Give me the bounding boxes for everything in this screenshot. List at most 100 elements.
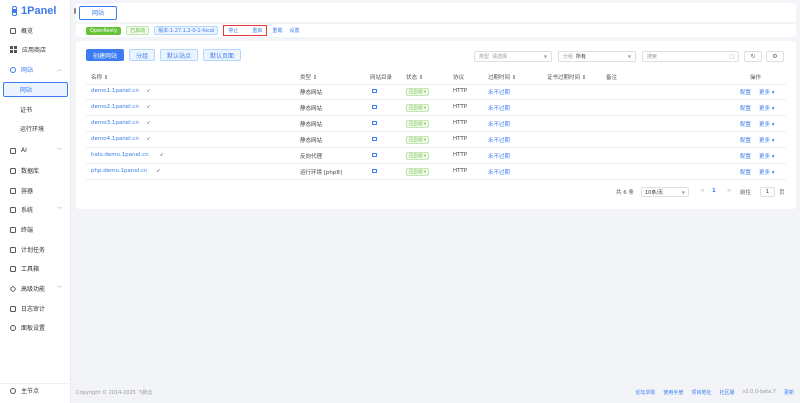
reload-button[interactable]: 重载: [272, 27, 282, 34]
version-label: v2.0.0-beta.7: [742, 389, 776, 395]
goto-page-input[interactable]: 1: [760, 187, 775, 197]
more-button[interactable]: 更多 ▾: [759, 152, 775, 160]
config-button[interactable]: 配置: [740, 136, 751, 144]
status-badge[interactable]: 已启动 ▾: [406, 152, 430, 160]
sidebar-item-system[interactable]: 系统 ﹀: [0, 202, 70, 217]
folder-icon[interactable]: [372, 121, 377, 125]
sidebar-item-terminal[interactable]: 终端: [0, 222, 70, 237]
sidebar-subitem-website[interactable]: 网站: [3, 82, 68, 97]
sidebar-subitem-certificate[interactable]: 证书: [0, 102, 70, 117]
expire-date-link[interactable]: 永不过期: [488, 168, 510, 176]
sidebar-item-logs[interactable]: 日志审计: [0, 301, 70, 316]
more-button[interactable]: 更多 ▾: [759, 168, 775, 176]
group-button[interactable]: 分组: [129, 49, 156, 61]
status-badge[interactable]: 已启动 ▾: [406, 104, 430, 112]
col-header-type[interactable]: 类型 ⇕: [300, 73, 317, 81]
docs-link[interactable]: 使用手册: [663, 389, 683, 396]
settings-icon: [10, 324, 16, 331]
site-name-link[interactable]: demo1.1panel.cn: [91, 88, 139, 94]
sidebar-item-cron[interactable]: 计划任务: [0, 242, 70, 257]
next-page-button[interactable]: >: [727, 188, 732, 194]
row-divider: [86, 131, 786, 132]
version-badge: 版本:1.27.1.2-0-1-focal: [154, 26, 219, 35]
search-input[interactable]: 搜索 □: [642, 51, 739, 62]
config-button[interactable]: 配置: [740, 152, 751, 160]
sidebar-item-settings[interactable]: 面板设置: [0, 320, 70, 335]
expire-date-link[interactable]: 永不过期: [488, 136, 510, 144]
tab-website[interactable]: 网站: [79, 5, 118, 20]
type-filter-select[interactable]: 类型 请选择 ▼: [474, 51, 552, 62]
config-button[interactable]: 配置: [740, 120, 751, 128]
rocket-icon[interactable]: ➶: [147, 104, 151, 110]
update-link[interactable]: 更新: [784, 389, 794, 396]
folder-icon[interactable]: [372, 169, 377, 173]
site-name-link[interactable]: demo3.1panel.cn: [91, 120, 139, 126]
sidebar-subitem-runtime[interactable]: 运行环境: [0, 121, 70, 136]
default-site-button[interactable]: 默认站点: [160, 49, 199, 61]
more-button[interactable]: 更多 ▾: [759, 120, 775, 128]
page-number[interactable]: 1: [712, 188, 716, 194]
rocket-icon[interactable]: ➶: [160, 152, 164, 158]
more-button[interactable]: 更多 ▾: [759, 136, 775, 144]
rocket-icon[interactable]: ➶: [156, 168, 160, 174]
expire-date-link[interactable]: 永不过期: [488, 152, 510, 160]
container-icon: [10, 187, 16, 194]
folder-icon[interactable]: [372, 137, 377, 141]
config-button[interactable]: 配置: [740, 88, 751, 96]
table-settings-button[interactable]: ⚙: [766, 51, 784, 62]
expire-date-link[interactable]: 永不过期: [488, 120, 510, 128]
more-button[interactable]: 更多 ▾: [759, 104, 775, 112]
page-size-select[interactable]: 10条/页 ▼: [641, 187, 689, 197]
app-name-badge: OpenResty: [86, 26, 122, 35]
col-header-actions: 操作: [750, 75, 762, 81]
status-badge[interactable]: 已启动 ▾: [406, 168, 430, 176]
config-button[interactable]: 配置: [740, 168, 751, 176]
status-badge[interactable]: 已启动 ▾: [406, 120, 430, 128]
edition-link[interactable]: 社区版: [719, 389, 734, 396]
rocket-icon[interactable]: ➶: [147, 120, 151, 126]
site-name-link[interactable]: demo2.1panel.cn: [91, 104, 139, 110]
forum-link[interactable]: 论坛求助: [635, 389, 655, 396]
rocket-icon[interactable]: ➶: [147, 136, 151, 142]
status-badge[interactable]: 已启动 ▾: [406, 88, 430, 96]
footer-links: 论坛求助 使用手册 项目地址 社区版 v2.0.0-beta.7 更新: [635, 389, 794, 396]
create-website-button[interactable]: 创建网站: [86, 49, 125, 61]
sidebar-item-appstore[interactable]: 应用商店: [0, 42, 70, 57]
restart-button[interactable]: 重启: [252, 27, 262, 34]
site-protocol: HTTP: [453, 104, 468, 110]
site-name-link[interactable]: php.demo.1panel.cn: [91, 168, 147, 174]
stop-button[interactable]: 停止: [228, 27, 238, 34]
col-header-status[interactable]: 状态 ⇕: [406, 73, 423, 81]
more-button[interactable]: 更多 ▾: [759, 88, 775, 96]
sidebar-item-database[interactable]: 数据库: [0, 163, 70, 178]
group-filter-select[interactable]: 分组 所有 ▼: [558, 51, 636, 62]
toolbox-icon: [10, 265, 16, 272]
settings-button[interactable]: 设置: [289, 27, 299, 34]
total-count: 共 6 条: [616, 190, 634, 196]
expire-date-link[interactable]: 永不过期: [488, 88, 510, 96]
col-header-cert-expire[interactable]: 证书过期时间 ⇕: [547, 73, 586, 81]
sidebar-item-website[interactable]: 网站 ︿: [0, 62, 70, 77]
refresh-button[interactable]: ↻: [744, 51, 762, 62]
sidebar-item-advanced[interactable]: 高级功能 ﹀: [0, 281, 70, 296]
folder-icon[interactable]: [372, 153, 377, 157]
prev-page-button[interactable]: <: [700, 188, 705, 194]
folder-icon[interactable]: [372, 105, 377, 109]
folder-icon[interactable]: [372, 89, 377, 93]
project-link[interactable]: 项目地址: [691, 389, 711, 396]
col-header-expire[interactable]: 过期时间 ⇕: [488, 73, 516, 81]
expire-date-link[interactable]: 永不过期: [488, 104, 510, 112]
rocket-icon[interactable]: ➶: [147, 88, 151, 94]
chevron-down-icon: ▼: [681, 189, 685, 195]
sidebar-item-overview[interactable]: 概览: [0, 23, 70, 38]
default-page-button[interactable]: 默认页面: [203, 49, 242, 61]
sidebar-item-toolbox[interactable]: 工具箱: [0, 261, 70, 276]
site-name-link[interactable]: halo.demo.1panel.cn: [91, 152, 149, 158]
config-button[interactable]: 配置: [740, 104, 751, 112]
node-switcher[interactable]: 主节点: [0, 383, 70, 397]
site-name-link[interactable]: demo4.1panel.cn: [91, 136, 139, 142]
sidebar-item-container[interactable]: 容器: [0, 183, 70, 198]
sidebar-item-ai[interactable]: AI ﹀: [0, 143, 70, 158]
col-header-name[interactable]: 名称 ⇕: [91, 73, 108, 81]
status-badge[interactable]: 已启动 ▾: [406, 136, 430, 144]
